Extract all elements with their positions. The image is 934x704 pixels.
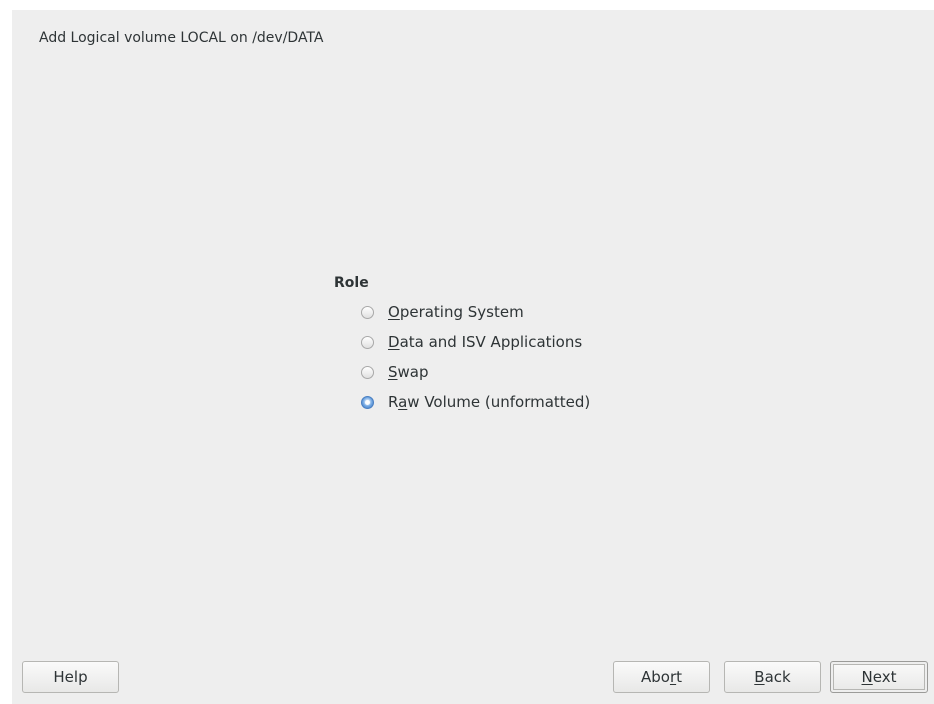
next-button[interactable]: Next: [830, 661, 928, 693]
radio-unselected-icon[interactable]: [361, 336, 374, 349]
help-button[interactable]: Help: [22, 661, 119, 693]
role-option-raw-volume[interactable]: Raw Volume (unformatted): [334, 389, 590, 419]
role-option-swap[interactable]: Swap: [334, 359, 429, 389]
radio-unselected-icon[interactable]: [361, 306, 374, 319]
role-option-operating-system[interactable]: Operating System: [334, 299, 524, 329]
radio-unselected-icon[interactable]: [361, 366, 374, 379]
radio-selected-icon[interactable]: [361, 396, 374, 409]
role-label: Role: [334, 275, 369, 291]
back-button[interactable]: Back: [724, 661, 821, 693]
role-option-operating-system-label[interactable]: Operating System: [388, 303, 524, 321]
dialog-window: Add Logical volume LOCAL on /dev/DATA Ro…: [12, 10, 934, 704]
role-option-swap-label[interactable]: Swap: [388, 363, 429, 381]
role-option-raw-volume-label[interactable]: Raw Volume (unformatted): [388, 393, 590, 411]
dialog-title: Add Logical volume LOCAL on /dev/DATA: [39, 30, 324, 46]
abort-button[interactable]: Abo r t: [613, 661, 710, 693]
role-option-data-isv-applications-label[interactable]: Data and ISV Applications: [388, 333, 582, 351]
role-option-data-isv-applications[interactable]: Data and ISV Applications: [334, 329, 582, 359]
role-radio-group: Role Operating System Data and ISV Appli…: [334, 275, 590, 419]
